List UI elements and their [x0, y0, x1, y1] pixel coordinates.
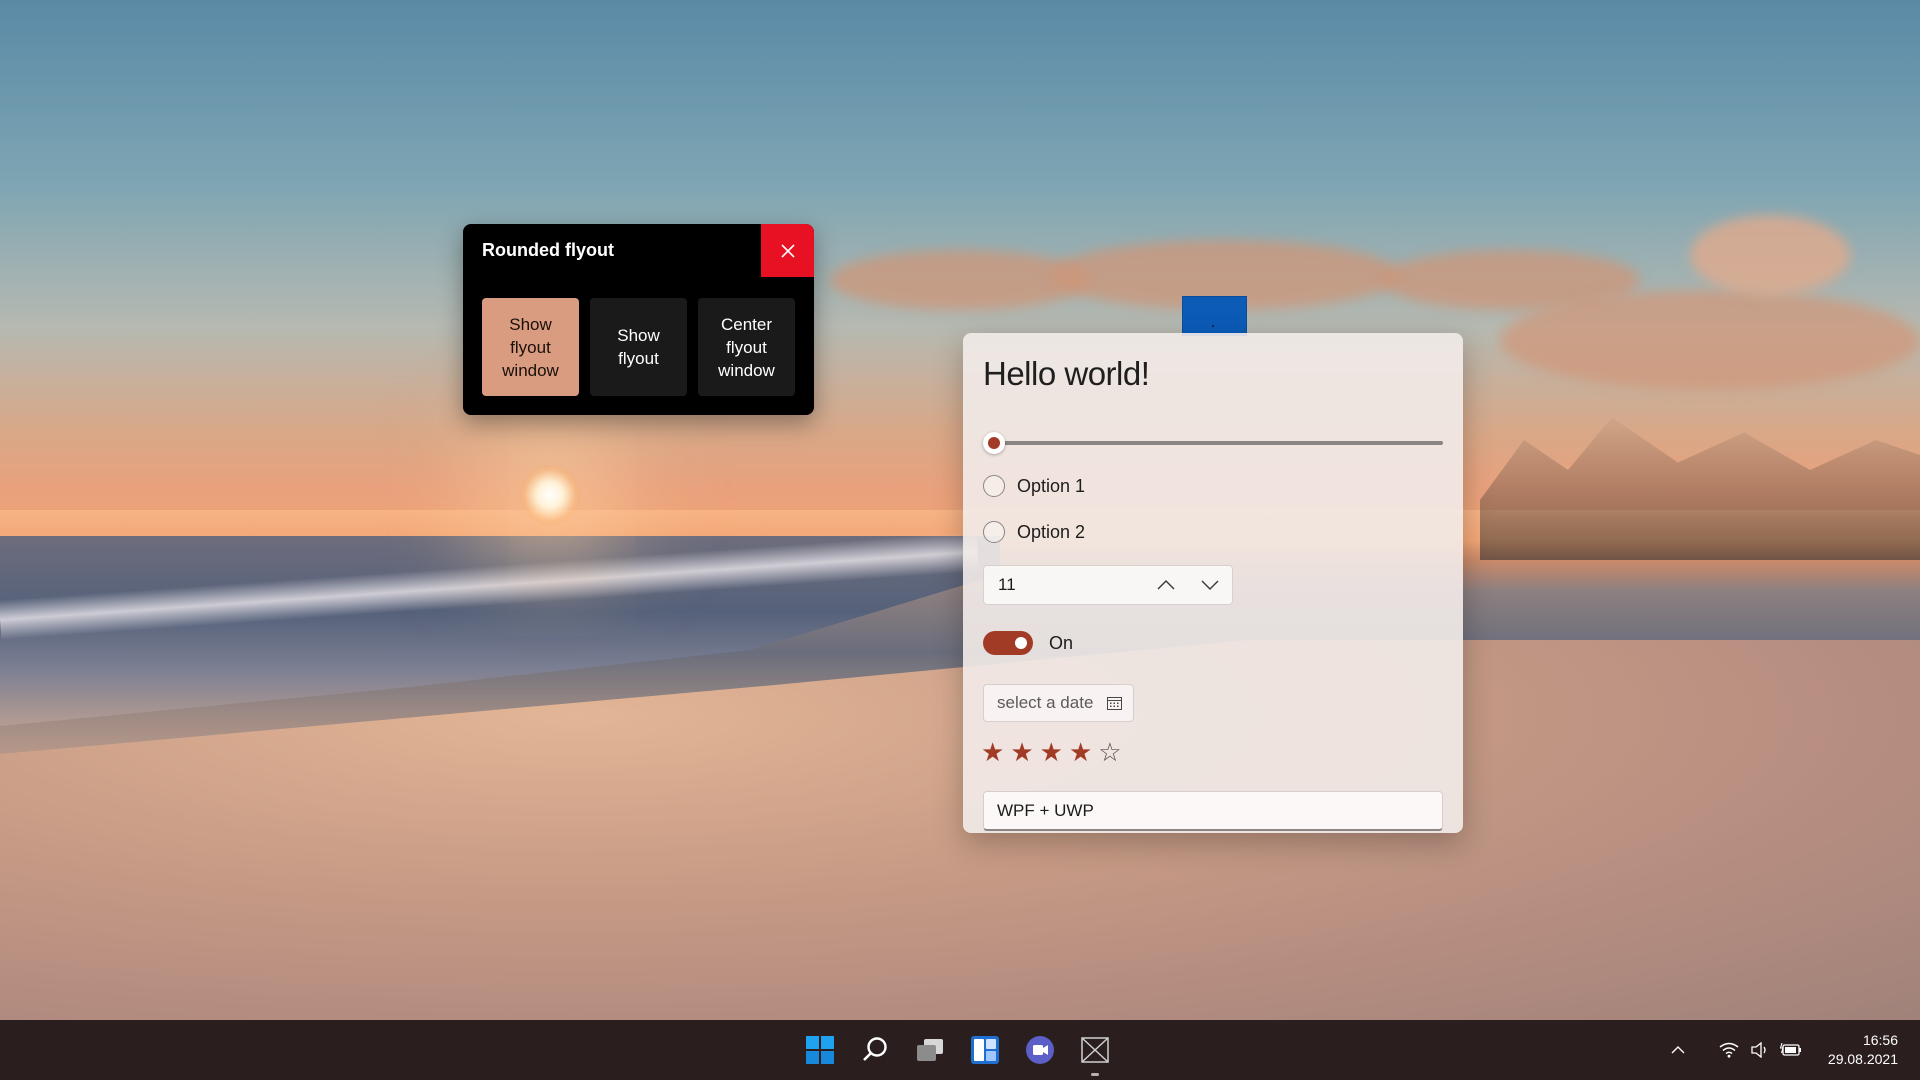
- volume-button[interactable]: [1746, 1036, 1774, 1064]
- center-flyout-window-button[interactable]: Center flyout window: [698, 298, 795, 396]
- slider-thumb-center: [988, 437, 1000, 449]
- slider-track[interactable]: [983, 441, 1443, 445]
- chevron-up-icon: [1157, 580, 1175, 590]
- clock-time: 16:56: [1862, 1032, 1898, 1048]
- toggle-knob: [1015, 637, 1027, 649]
- wifi-icon: [1719, 1042, 1739, 1058]
- palm-trees: [1480, 417, 1920, 560]
- close-icon: [780, 243, 795, 258]
- close-button[interactable]: [761, 224, 814, 277]
- battery-charging-icon: [1779, 1042, 1801, 1056]
- calendar-icon: [1107, 697, 1122, 710]
- text-input[interactable]: WPF + UWP: [983, 791, 1443, 831]
- value-slider[interactable]: [983, 431, 1443, 455]
- toggle-track[interactable]: [983, 631, 1033, 655]
- star-filled-icon[interactable]: ★: [1069, 739, 1092, 767]
- toggle-label: On: [1049, 632, 1074, 653]
- radio-label: Option 2: [1017, 521, 1086, 542]
- rounded-flyout: Rounded flyout Show flyout window Show f…: [463, 224, 814, 415]
- task-view-button[interactable]: [910, 1030, 950, 1070]
- star-filled-icon[interactable]: ★: [1010, 739, 1033, 767]
- sun: [520, 465, 580, 525]
- toggle-switch[interactable]: On: [983, 631, 1073, 655]
- increment-button[interactable]: [1144, 566, 1188, 604]
- radio-label: Option 1: [1017, 475, 1086, 496]
- search-icon: [863, 1037, 887, 1061]
- teams-chat-icon: [1026, 1036, 1054, 1064]
- show-flyout-window-button[interactable]: Show flyout window: [482, 298, 579, 396]
- search-button[interactable]: [855, 1030, 895, 1070]
- page-title: Hello world!: [983, 355, 1150, 392]
- show-flyout-button[interactable]: Show flyout: [590, 298, 687, 396]
- blue-square-dot: [1212, 325, 1214, 327]
- number-box-value[interactable]: 11: [998, 575, 1144, 595]
- start-button[interactable]: [800, 1030, 840, 1070]
- speaker-icon: [1751, 1042, 1766, 1058]
- system-tray: 16:56 29.08.2021: [1664, 1020, 1920, 1080]
- taskbar-clock[interactable]: 16:56 29.08.2021: [1828, 1031, 1898, 1069]
- radio-option-1[interactable]: Option 1: [983, 475, 1085, 497]
- taskbar-apps: [800, 1020, 1115, 1080]
- blue-square-window[interactable]: [1182, 296, 1247, 336]
- widgets-button[interactable]: [965, 1030, 1005, 1070]
- running-app-button[interactable]: [1075, 1030, 1115, 1076]
- desktop-wallpaper: [0, 0, 1920, 1020]
- widgets-icon: [971, 1036, 999, 1064]
- chevron-down-icon: [1201, 580, 1219, 590]
- flyout-title: Rounded flyout: [482, 240, 614, 260]
- battery-button[interactable]: [1777, 1036, 1805, 1064]
- network-button[interactable]: [1715, 1036, 1743, 1064]
- cloud: [1500, 290, 1920, 390]
- star-empty-icon[interactable]: ☆: [1098, 739, 1121, 767]
- date-picker[interactable]: select a date: [983, 684, 1134, 722]
- text-input-value[interactable]: WPF + UWP: [997, 801, 1094, 821]
- rating-control[interactable]: ★ ★ ★ ★ ☆: [981, 739, 1122, 767]
- show-hidden-icons-button[interactable]: [1664, 1036, 1692, 1064]
- flyout-button-row: Show flyout window Show flyout Center fl…: [482, 298, 795, 396]
- taskbar: 16:56 29.08.2021: [0, 1020, 1920, 1080]
- cloud: [1690, 215, 1850, 295]
- app-icon: [1081, 1037, 1109, 1063]
- hello-world-window: Hello world! Option 1 Option 2 11 On sel…: [963, 333, 1463, 833]
- chat-button[interactable]: [1020, 1030, 1060, 1070]
- running-indicator: [1091, 1073, 1099, 1076]
- clock-date: 29.08.2021: [1827, 1051, 1898, 1067]
- radio-circle[interactable]: [983, 475, 1005, 497]
- task-view-icon: [917, 1039, 943, 1061]
- slider-thumb[interactable]: [983, 432, 1005, 454]
- star-filled-icon[interactable]: ★: [1040, 739, 1063, 767]
- star-filled-icon[interactable]: ★: [981, 739, 1004, 767]
- number-box[interactable]: 11: [983, 565, 1233, 605]
- radio-circle[interactable]: [983, 521, 1005, 543]
- start-icon: [806, 1036, 834, 1064]
- decrement-button[interactable]: [1188, 566, 1232, 604]
- radio-option-2[interactable]: Option 2: [983, 521, 1085, 543]
- chevron-up-icon: [1671, 1046, 1685, 1054]
- date-picker-placeholder: select a date: [997, 693, 1094, 712]
